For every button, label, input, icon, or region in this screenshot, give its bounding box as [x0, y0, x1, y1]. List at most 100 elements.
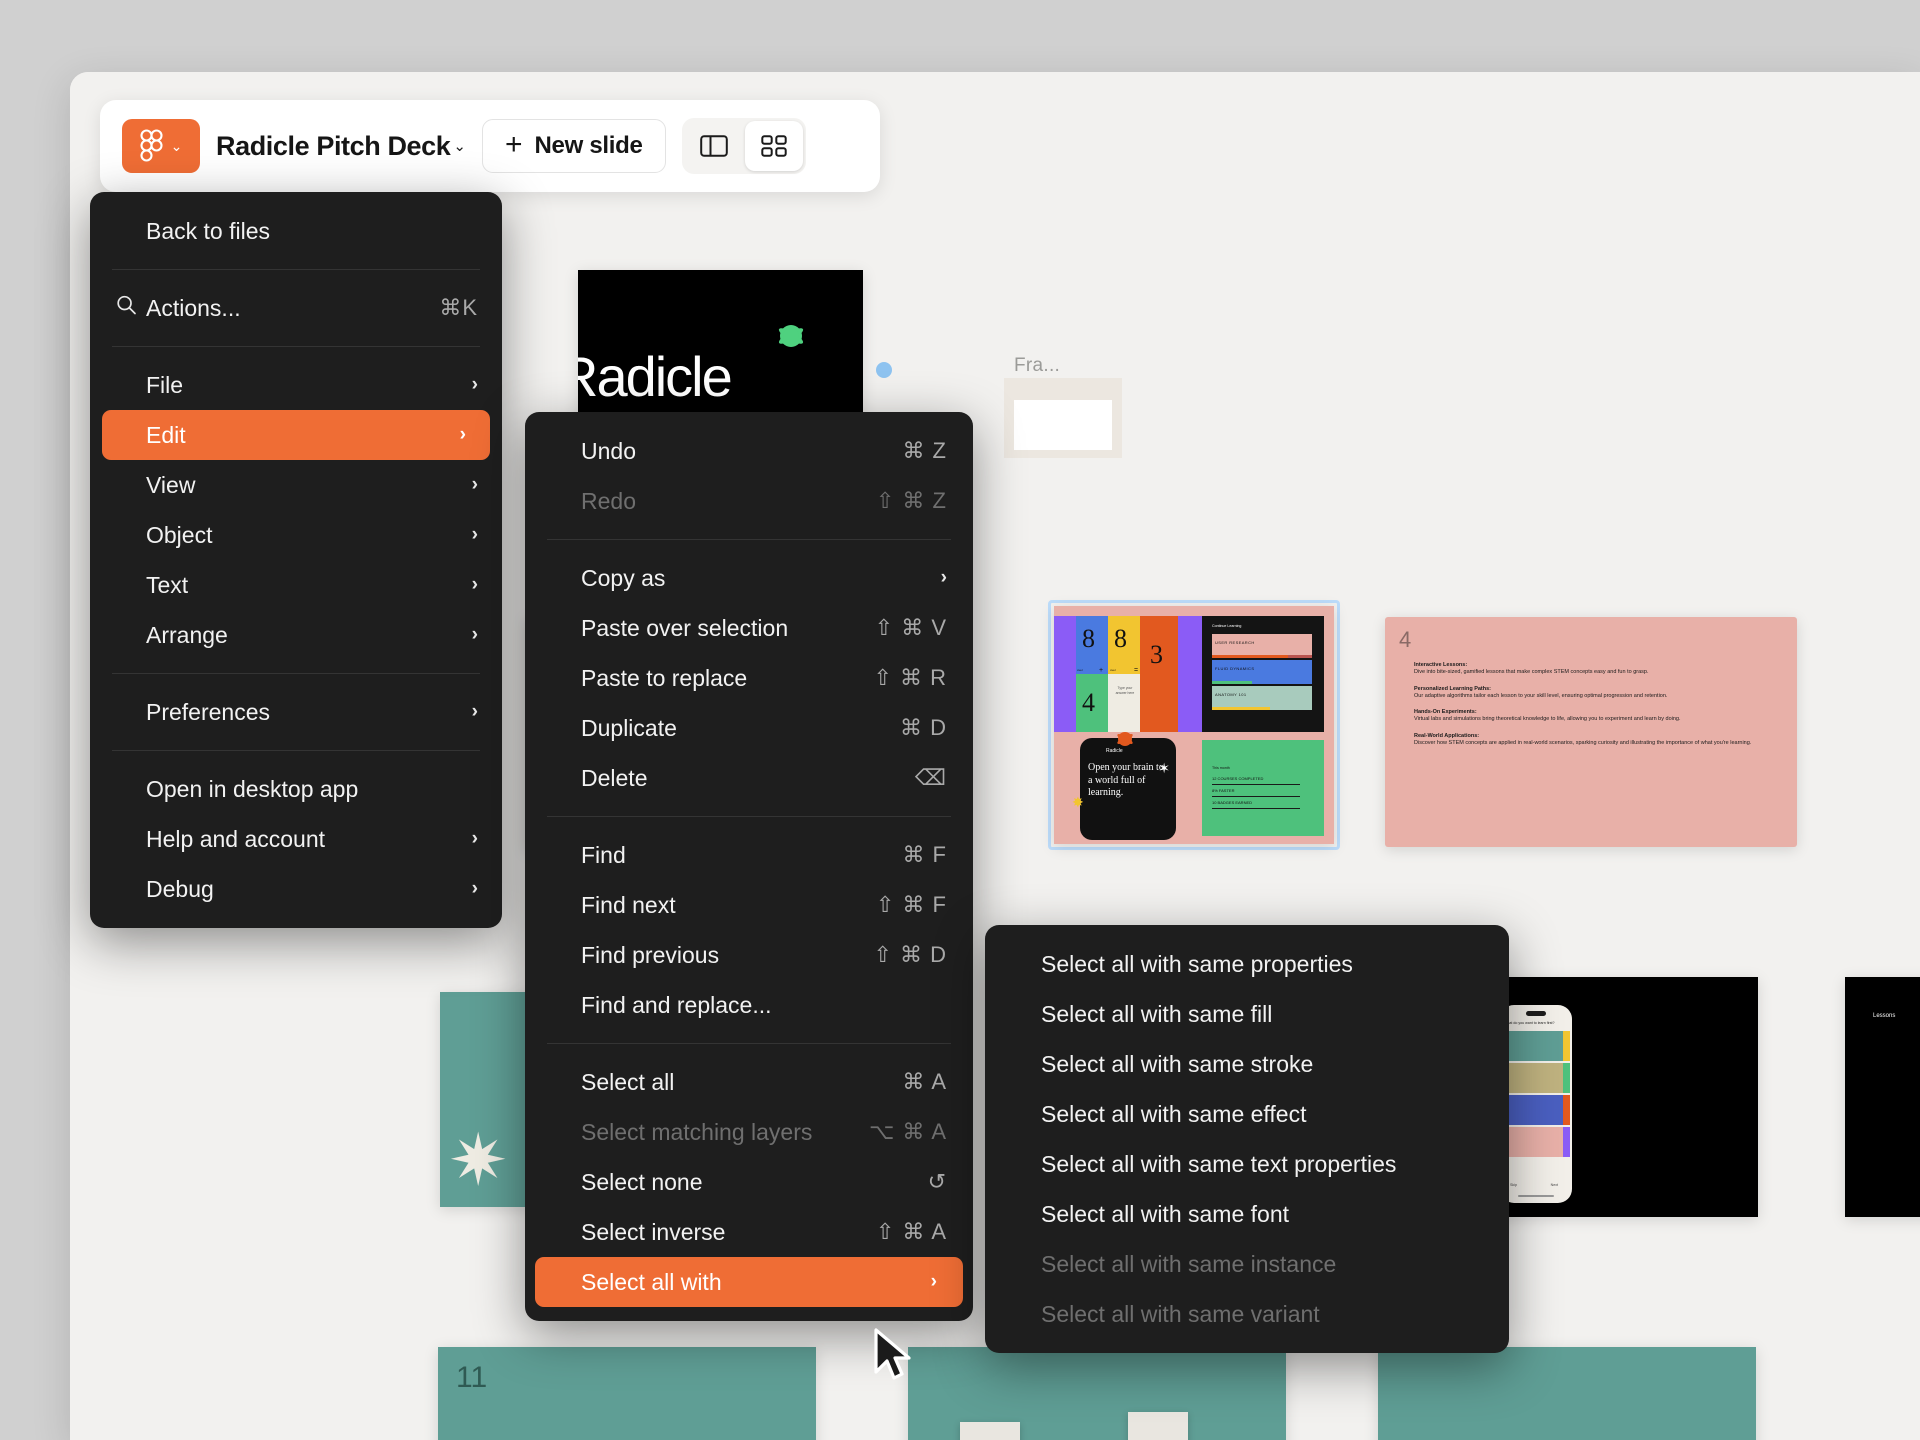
view-single-button[interactable] — [685, 121, 743, 171]
menu-divider — [112, 673, 480, 674]
slide4-text: Our adaptive algorithms tailor each less… — [1414, 692, 1668, 699]
menu-shortcut: ⌘ A — [902, 1069, 947, 1094]
menu-item-select-all-same-font[interactable]: Select all with same font — [985, 1189, 1509, 1239]
menu-shortcut: ⇧ ⌘ A — [875, 1219, 947, 1244]
chevron-right-icon: › — [471, 524, 478, 545]
frame-label: Fra... — [1014, 355, 1061, 376]
file-title-button[interactable]: Radicle Pitch Deck ⌄ — [216, 131, 466, 162]
chevron-right-icon: › — [459, 424, 466, 445]
grid-layout-icon — [760, 135, 787, 157]
menu-shortcut: ⇧ ⌘ R — [873, 665, 947, 690]
slide-thumbnail-4[interactable]: 4 Interactive Lessons: Dive into bite-si… — [1385, 617, 1797, 847]
chevron-right-icon: › — [471, 828, 478, 849]
menu-item-select-all-same-text-properties[interactable]: Select all with same text properties — [985, 1139, 1509, 1189]
panel-layout-icon — [699, 135, 728, 157]
menu-shortcut: ⇧ ⌘ D — [873, 942, 947, 967]
slide-thumbnail-teal-3[interactable] — [1378, 1347, 1756, 1440]
mouse-pointer-icon — [874, 1328, 911, 1380]
menu-item-file[interactable]: File › — [90, 360, 502, 410]
menu-item-select-all-same-variant: Select all with same variant — [1041, 1300, 1320, 1327]
menu-item-copy-as[interactable]: Copy as › — [525, 553, 973, 603]
slide4-text: Dive into bite-sized, gamified lessons t… — [1414, 669, 1649, 675]
chevron-right-icon: › — [471, 878, 478, 899]
main-menu: Back to files Actions... ⌘K File › Edit … — [90, 192, 502, 928]
menu-item-select-all-same-properties[interactable]: Select all with same properties — [985, 939, 1509, 989]
frame-marker-dot — [876, 362, 892, 378]
menu-shortcut: ⇧ ⌘ F — [875, 892, 947, 917]
slide-thumbnail-lessons[interactable]: Lessons — [1845, 977, 1920, 1217]
phone-skip-button[interactable]: Skip — [1510, 1183, 1517, 1187]
menu-item-open-in-desktop-app[interactable]: Open in desktop app — [90, 764, 502, 814]
menu-item-select-all-same-effect[interactable]: Select all with same effect — [985, 1089, 1509, 1139]
menu-item-object[interactable]: Object › — [90, 510, 502, 560]
menu-divider — [547, 1043, 951, 1044]
menu-shortcut: ⇧ ⌘ V — [874, 615, 947, 640]
slide4-body: Interactive Lessons: Dive into bite-size… — [1414, 653, 1773, 747]
search-icon — [116, 295, 137, 322]
menu-item-redo: Redo ⇧ ⌘ Z — [581, 487, 947, 514]
figma-logo-button[interactable]: ⌄ — [122, 119, 200, 173]
menu-item-edit[interactable]: Edit › — [102, 410, 490, 460]
view-mode-switch — [681, 118, 806, 174]
phone-next-button[interactable]: Next — [1551, 1183, 1558, 1187]
menu-divider — [547, 539, 951, 540]
edit-submenu: Undo ⌘ Z Redo ⇧ ⌘ Z Copy as › Paste over… — [525, 412, 973, 1321]
slide-stub[interactable] — [1128, 1412, 1188, 1440]
menu-item-debug[interactable]: Debug › — [90, 864, 502, 914]
menu-item-text[interactable]: Text › — [90, 560, 502, 610]
menu-item-select-all-with[interactable]: Select all with › — [535, 1257, 963, 1307]
menu-item-undo[interactable]: Undo ⌘ Z — [525, 426, 973, 476]
menu-shortcut-delete-icon: ⌫ — [914, 765, 947, 790]
slide-thumbnail-11[interactable]: 11 — [438, 1347, 816, 1440]
menu-item-select-inverse[interactable]: Select inverse ⇧ ⌘ A — [525, 1207, 973, 1257]
app-toolbar: ⌄ Radicle Pitch Deck ⌄ + New slide — [100, 100, 880, 192]
page-title: Radicle Pitch Deck — [216, 130, 451, 161]
menu-item-arrange[interactable]: Arrange › — [90, 610, 502, 660]
menu-item-find[interactable]: Find ⌘ F — [525, 830, 973, 880]
menu-item-paste-over-selection[interactable]: Paste over selection ⇧ ⌘ V — [525, 603, 973, 653]
menu-item-select-none[interactable]: Select none ↺ — [525, 1157, 973, 1207]
chevron-right-icon: › — [471, 374, 478, 395]
menu-shortcut: ⇧ ⌘ Z — [875, 488, 947, 513]
chevron-right-icon: › — [471, 701, 478, 722]
menu-shortcut-undo-icon: ↺ — [927, 1169, 947, 1194]
menu-item-find-next[interactable]: Find next ⇧ ⌘ F — [525, 880, 973, 930]
menu-divider — [112, 346, 480, 347]
gear-green-icon — [780, 325, 802, 347]
menu-item-find-and-replace[interactable]: Find and replace... — [525, 980, 973, 1030]
menu-item-back-to-files[interactable]: Back to files — [90, 206, 502, 256]
menu-item-select-all-same-fill[interactable]: Select all with same fill — [985, 989, 1509, 1039]
slide-stub[interactable] — [960, 1422, 1020, 1440]
menu-item-actions[interactable]: Actions... ⌘K — [90, 283, 502, 333]
menu-item-help-and-account[interactable]: Help and account › — [90, 814, 502, 864]
menu-item-delete[interactable]: Delete ⌫ — [525, 753, 973, 803]
menu-shortcut: ⌘ Z — [902, 438, 947, 463]
chevron-right-icon: › — [471, 624, 478, 645]
menu-shortcut: ⌥ ⌘ A — [868, 1119, 947, 1144]
chevron-right-icon: › — [471, 574, 478, 595]
menu-item-select-matching-layers: Select matching layers ⌥ ⌘ A — [581, 1118, 947, 1145]
slide3-quote-card: Radicle Open your brain to a world full … — [1072, 732, 1176, 840]
screen: Radicle Fra... 8 8 3 4 — [0, 0, 1920, 1440]
slide11-number: 11 — [456, 1361, 488, 1394]
view-grid-button[interactable] — [744, 121, 803, 171]
frame-thumbnail[interactable] — [1004, 378, 1122, 458]
menu-item-find-previous[interactable]: Find previous ⇧ ⌘ D — [525, 930, 973, 980]
phone-question: What do you want to learn first? — [1504, 1021, 1555, 1025]
slide4-number: 4 — [1399, 627, 1412, 652]
chevron-right-icon: › — [940, 567, 947, 588]
menu-item-view[interactable]: View › — [90, 460, 502, 510]
chevron-down-icon: ⌄ — [170, 138, 183, 154]
plus-icon: + — [504, 127, 523, 161]
lessons-label: Lessons — [1873, 1013, 1896, 1019]
menu-item-duplicate[interactable]: Duplicate ⌘ D — [525, 703, 973, 753]
figma-logo-icon — [140, 129, 163, 162]
menu-item-select-all[interactable]: Select all ⌘ A — [525, 1057, 973, 1107]
menu-item-paste-to-replace[interactable]: Paste to replace ⇧ ⌘ R — [525, 653, 973, 703]
menu-item-select-all-same-stroke[interactable]: Select all with same stroke — [985, 1039, 1509, 1089]
menu-item-preferences[interactable]: Preferences › — [90, 687, 502, 737]
chevron-right-icon: › — [930, 1271, 937, 1292]
chevron-down-icon: ⌄ — [453, 138, 466, 155]
slide-thumbnail-3[interactable]: 8 8 3 4 over + over = Type your answer h… — [1054, 606, 1334, 844]
new-slide-button[interactable]: + New slide — [481, 119, 666, 173]
